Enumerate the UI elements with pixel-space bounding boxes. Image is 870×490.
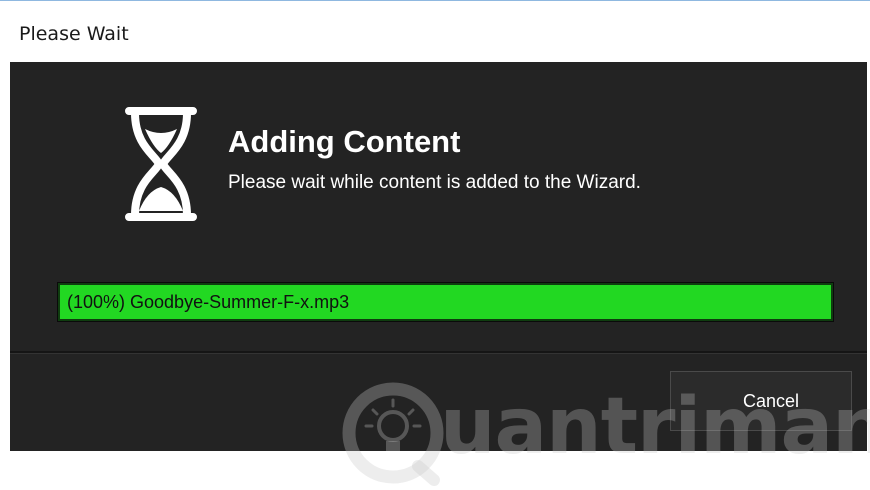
title-bar[interactable]: Please Wait	[0, 0, 870, 62]
cancel-button[interactable]: Cancel	[670, 371, 852, 431]
please-wait-dialog: Please Wait Adding Content Please wait w…	[0, 0, 870, 486]
window-title: Please Wait	[19, 23, 129, 45]
lightbulb-icon	[342, 382, 444, 486]
progress-bar: (100%) Goodbye-Summer-F-x.mp3	[57, 282, 834, 322]
progress-label: (100%) Goodbye-Summer-F-x.mp3	[67, 292, 350, 312]
status-message: Please wait while content is added to th…	[228, 172, 641, 193]
divider	[10, 351, 867, 354]
status-heading: Adding Content	[228, 124, 461, 159]
hourglass-icon	[125, 107, 197, 221]
dialog-content: Adding Content Please wait while content…	[10, 62, 870, 486]
